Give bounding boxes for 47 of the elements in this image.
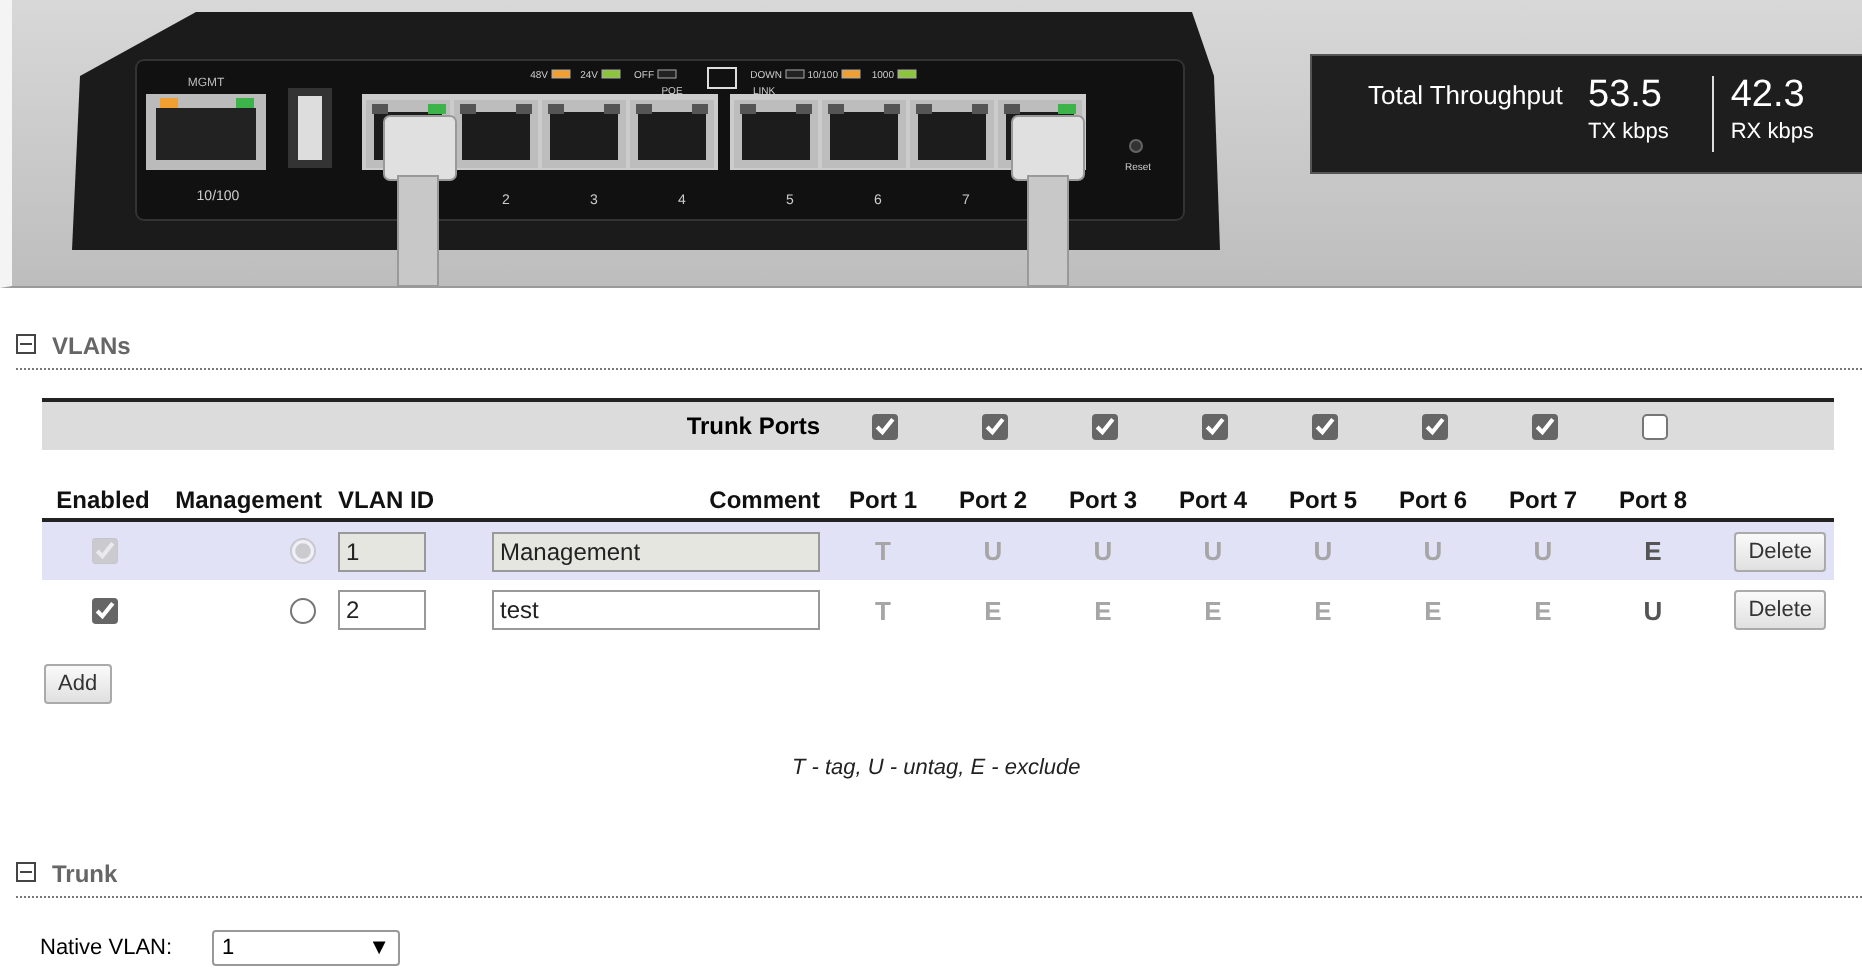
management-radio[interactable] (290, 597, 316, 623)
trunk-ports-label: Trunk Ports (686, 412, 820, 440)
add-button[interactable]: Add (44, 664, 112, 704)
trunk-port-checkbox[interactable] (981, 413, 1007, 439)
column-header: Port 6 (1398, 486, 1467, 514)
column-header: VLAN ID (338, 486, 434, 514)
port-mode-toggle[interactable]: U (1643, 595, 1663, 625)
collapse-icon[interactable] (16, 862, 36, 882)
column-header: Port 4 (1178, 486, 1247, 514)
trunk-port-checkbox[interactable] (871, 413, 897, 439)
column-header: Port 5 (1288, 486, 1357, 514)
column-header: Port 7 (1508, 486, 1577, 514)
enabled-checkbox[interactable] (91, 597, 117, 623)
port-mode-toggle[interactable]: E (1204, 595, 1222, 625)
collapse-icon[interactable] (16, 334, 36, 354)
trunk-port-checkbox[interactable] (1091, 413, 1117, 439)
comment-field[interactable]: test (492, 590, 820, 630)
vlan-id-field[interactable]: 2 (338, 590, 426, 630)
column-header: Port 1 (848, 486, 917, 514)
native-vlan-select[interactable]: 1 ▼ (212, 930, 401, 966)
mode-legend: T - tag, U - untag, E - exclude (792, 756, 1862, 780)
trunk-port-checkbox[interactable] (1311, 413, 1337, 439)
column-header: Comment (709, 486, 820, 514)
port-mode-toggle[interactable]: E (984, 595, 1002, 625)
column-header: Port 8 (1618, 486, 1687, 514)
rx-value: 42.3 (1730, 76, 1807, 116)
port-mode-toggle[interactable]: E (1094, 595, 1112, 625)
rx-unit: RX kbps (1730, 120, 1814, 144)
port-mode-toggle[interactable]: T (875, 595, 891, 625)
column-header: Port 3 (1068, 486, 1137, 514)
trunk-port-checkbox[interactable] (1201, 413, 1227, 439)
trunk-port-checkbox[interactable] (1641, 413, 1667, 439)
section-title: Trunk (52, 860, 118, 888)
port-mode-toggle[interactable]: E (1314, 595, 1332, 625)
native-vlan-label: Native VLAN: (40, 936, 173, 960)
column-header: Enabled (56, 486, 150, 514)
trunk-port-checkbox[interactable] (1421, 413, 1447, 439)
trunk-port-checkbox[interactable] (1531, 413, 1557, 439)
throughput-title: Total Throughput (1368, 80, 1565, 114)
tx-value: 53.5 (1588, 76, 1664, 116)
column-header: Port 2 (958, 486, 1027, 514)
delete-button[interactable]: Delete (1734, 590, 1826, 630)
section-title: VLANs (52, 332, 131, 360)
port-mode-toggle[interactable]: E (1534, 595, 1552, 625)
column-header: Management (175, 486, 322, 514)
port-mode-toggle[interactable]: E (1424, 595, 1442, 625)
tx-unit: TX kbps (1588, 120, 1669, 144)
